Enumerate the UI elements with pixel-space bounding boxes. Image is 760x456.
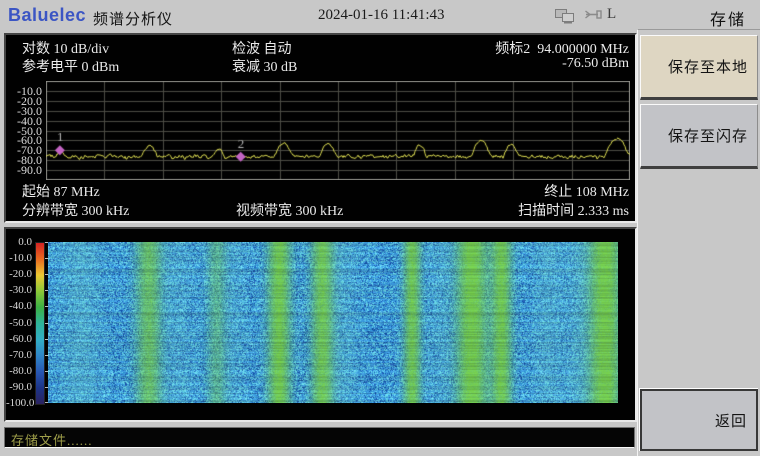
network-screens-icon — [554, 8, 576, 25]
scale-tick-label: -100.0 — [6, 397, 32, 409]
brand-logo: Baluelec — [8, 5, 86, 26]
spectrum-trace-display — [46, 81, 630, 180]
scale-tick-label: 0.0 — [6, 236, 32, 248]
marker-freq-readout: 频标2 94.000000 MHz — [495, 38, 629, 58]
settings-row-1: 对数 10 dB/div 检波 自动 频标2 94.000000 MHz — [6, 38, 635, 54]
marker-level-readout: -76.50 dBm — [562, 56, 629, 72]
menu-title: 存储 — [710, 6, 746, 30]
back-button[interactable]: 返回 — [640, 389, 758, 451]
scale-tick-label: -80.0 — [6, 365, 32, 377]
start-freq: 起始 87 MHz — [22, 181, 100, 201]
scale-tick-label: -10.0 — [6, 252, 32, 264]
sidebar-menu: 存储 保存至本地 保存至闪存 返回 — [637, 0, 760, 456]
save-to-flash-button[interactable]: 保存至闪存 — [640, 104, 758, 169]
attenuation-setting: 衰减 30 dB — [232, 56, 297, 76]
rbw-setting: 分辨带宽 300 kHz — [22, 200, 129, 220]
scale-tick-label: -70.0 — [6, 349, 32, 361]
scale-tick-label: -60.0 — [6, 333, 32, 345]
scale-tick-label: -50.0 — [6, 317, 32, 329]
scale-tick-label: -40.0 — [6, 300, 32, 312]
clock: 2024-01-16 11:41:43 — [318, 7, 445, 24]
scale-tick-label: -90.0 — [6, 381, 32, 393]
sweep-time-setting: 扫描时间 2.333 ms — [518, 200, 629, 220]
bandwidth-row: 分辨带宽 300 kHz 视频带宽 300 kHz 扫描时间 2.333 ms — [6, 200, 635, 216]
app-title: 频谱分析仪 — [93, 8, 173, 29]
stop-freq: 终止 108 MHz — [544, 181, 629, 201]
color-scale-bar — [35, 242, 45, 405]
y-tick-label: -90.0 — [6, 163, 42, 178]
freq-row: 起始 87 MHz 终止 108 MHz — [6, 181, 635, 197]
waterfall-panel: 0.0 -10.0 -20.0 -30.0 -40.0 -50.0 -60.0 -70.0 -8… — [4, 227, 637, 422]
status-icons: L — [554, 6, 624, 26]
status-message: 存储文件...... — [11, 430, 93, 449]
link-indicator: L — [607, 6, 616, 23]
save-to-local-button[interactable]: 保存至本地 — [640, 35, 758, 100]
ref-level-setting: 参考电平 0 dBm — [22, 56, 119, 76]
settings-row-2: 参考电平 0 dBm 衰减 30 dB -76.50 dBm — [6, 56, 635, 72]
sidebar-divider — [637, 30, 638, 456]
spectrum-panel: 对数 10 dB/div 检波 自动 频标2 94.000000 MHz 参考电… — [4, 33, 637, 223]
waterfall-display — [48, 242, 618, 403]
scale-tick-label: -30.0 — [6, 284, 32, 296]
usb-icon — [583, 8, 603, 21]
scale-tick-label: -20.0 — [6, 268, 32, 280]
status-bar: 存储文件...... — [4, 427, 635, 448]
scale-setting: 对数 10 dB/div — [22, 38, 109, 58]
detector-setting: 检波 自动 — [232, 38, 292, 58]
vbw-setting: 视频带宽 300 kHz — [236, 200, 343, 220]
